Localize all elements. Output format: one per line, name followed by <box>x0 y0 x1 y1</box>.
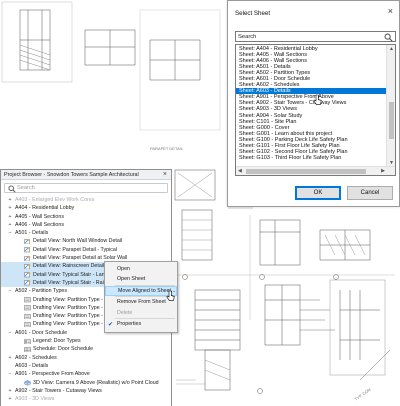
tree-item-label: A902 - Stair Towers - Cutaway Views <box>15 387 102 394</box>
tree-item-label: A602 - Schedules <box>15 354 57 361</box>
tree-item-label: A501 - Details <box>15 230 49 237</box>
tree-item[interactable]: + A406 - Wall Sections <box>1 221 171 229</box>
menu-item-label: Open Sheet <box>117 276 146 282</box>
tree-item[interactable]: + A602 - Schedules <box>1 354 171 362</box>
tree-item[interactable]: + A903 - 3D Views <box>1 395 171 403</box>
collapse-icon[interactable]: − <box>7 287 13 295</box>
schedule-icon <box>24 347 31 353</box>
expand-icon[interactable]: + <box>7 221 13 229</box>
expand-icon[interactable]: + <box>7 395 13 403</box>
legend-icon <box>24 338 31 344</box>
project-browser-title: Project Browser - Snowdon Towers Sample … <box>4 172 139 178</box>
expand-icon[interactable]: + <box>7 213 13 221</box>
collapse-icon[interactable]: − <box>7 229 13 237</box>
tree-item-label: A404 - Residential Lobby <box>15 205 75 212</box>
drafting-view-icon <box>24 322 31 328</box>
tree-item-label: Detail View: Rainscreen Detail <box>33 263 105 270</box>
drafting-view-icon <box>24 305 31 311</box>
expand-icon[interactable]: + <box>7 204 13 212</box>
detail-view-icon <box>24 272 31 278</box>
expand-icon[interactable]: + <box>7 387 13 395</box>
check-icon: ✔ <box>108 322 114 328</box>
svg-text:PARAPET DETAIL: PARAPET DETAIL <box>150 146 184 151</box>
detail-view-icon <box>24 280 31 286</box>
tree-item-label: A403 - Enlarged Elev Work Cores <box>15 197 95 203</box>
search-icon <box>8 185 16 193</box>
tree-item-label: A405 - Wall Sections <box>15 213 64 220</box>
project-browser-search[interactable] <box>4 183 168 193</box>
tree-item-label: A603 - Details <box>15 362 49 369</box>
sheet-search-box[interactable] <box>235 31 396 42</box>
tree-item-label: Detail View: Typical Stair - Landing <box>33 271 115 278</box>
tree-item-label: Legend: Door Types <box>33 338 81 345</box>
tree-item-label: A903 - 3D Views <box>15 396 55 403</box>
menu-separator <box>115 285 175 286</box>
sheet-search-input[interactable] <box>238 33 378 41</box>
mouse-cursor-icon <box>166 290 175 301</box>
detail-view-icon <box>24 239 31 245</box>
scroll-right-icon[interactable]: ▶ <box>381 167 385 175</box>
tree-item-label: A406 - Wall Sections <box>15 221 64 228</box>
dialog-title: Select Sheet <box>235 10 271 17</box>
tree-item-label: A601 - Door Schedule <box>15 329 68 336</box>
sheet-list-items: Sheet: A404 - Residential Lobby Sheet: A4… <box>236 46 386 161</box>
project-browser-titlebar[interactable]: Project Browser - Snowdon Towers Sample … <box>1 170 171 180</box>
sheet-list[interactable]: Sheet: A404 - Residential Lobby Sheet: A4… <box>235 44 396 176</box>
scroll-up-icon[interactable]: ▲ <box>387 46 395 52</box>
tree-item[interactable]: Detail View: Parapet Detail - Typical <box>1 246 171 254</box>
collapse-icon[interactable]: − <box>7 370 13 378</box>
menu-item-label: Delete <box>117 310 133 316</box>
menu-item-properties[interactable]: ✔ Properties <box>105 319 177 329</box>
svg-text:TYP. CON: TYP. CON <box>354 387 372 402</box>
scroll-left-icon[interactable]: ◀ <box>238 167 242 175</box>
menu-item-label: Remove From Sheet <box>117 299 166 305</box>
menu-item-open[interactable]: Open <box>105 264 177 274</box>
drafting-view-icon <box>24 297 31 303</box>
search-input[interactable] <box>17 184 157 192</box>
tree-item[interactable]: A603 - Details <box>1 362 171 370</box>
close-icon[interactable]: × <box>388 6 393 16</box>
expand-icon[interactable]: + <box>7 196 13 204</box>
tree-item[interactable]: 3D View: Camera 9 Above (Realistic) w/o … <box>1 379 171 387</box>
scrollbar-thumb[interactable] <box>389 102 394 139</box>
collapse-icon[interactable]: − <box>7 329 13 337</box>
tree-item[interactable]: Legend: Door Types <box>1 337 171 345</box>
sheet-list-item[interactable]: Sheet: G103 - Third Floor Life Safety Pl… <box>236 155 386 161</box>
menu-item-delete: Delete <box>105 308 177 318</box>
cancel-button[interactable]: Cancel <box>347 186 393 200</box>
ok-button[interactable]: OK <box>295 186 341 200</box>
menu-separator <box>115 318 175 319</box>
detail-view-icon <box>24 255 31 261</box>
menu-item-label: Properties <box>117 321 142 327</box>
mouse-cursor-icon <box>313 94 322 105</box>
horizontal-scrollbar[interactable]: ◀ ▶ <box>236 166 395 175</box>
drafting-view-icon <box>24 313 31 319</box>
tree-item[interactable]: Schedule: Door Schedule <box>1 345 171 353</box>
tree-item[interactable]: + A404 - Residential Lobby <box>1 204 171 212</box>
tree-item-label: A901 - Perspective From Above <box>15 371 90 378</box>
menu-item-label: Open <box>117 266 130 272</box>
3d-view-icon <box>24 380 31 386</box>
tree-item-label: A502 - Partition Types <box>15 288 68 295</box>
vertical-scrollbar[interactable]: ▲ ▼ <box>386 45 395 167</box>
close-icon[interactable]: × <box>163 170 167 180</box>
detail-view-icon <box>24 264 31 270</box>
tree-item[interactable]: − A901 - Perspective From Above <box>1 370 171 378</box>
menu-item-open-sheet[interactable]: Open Sheet <box>105 274 177 284</box>
expand-icon[interactable]: + <box>7 354 13 362</box>
tree-item[interactable]: + A902 - Stair Towers - Cutaway Views <box>1 387 171 395</box>
search-icon[interactable] <box>384 33 393 42</box>
tree-item[interactable]: − A501 - Details <box>1 229 171 237</box>
hscrollbar-thumb[interactable] <box>246 169 366 174</box>
tree-item-label: 3D View: Camera 9 Above (Realistic) w/o … <box>33 379 159 386</box>
tree-item[interactable]: Detail View: North Wall Window Detail <box>1 237 171 245</box>
tree-item-label: Schedule: Door Schedule <box>33 346 94 353</box>
tree-item[interactable]: + A403 - Enlarged Elev Work Cores <box>1 196 171 204</box>
tree-item-label: Detail View: Parapet Detail - Typical <box>33 246 118 253</box>
detail-view-icon <box>24 247 31 253</box>
tree-item-label: Detail View: North Wall Window Detail <box>33 238 123 245</box>
tree-item[interactable]: + A405 - Wall Sections <box>1 213 171 221</box>
